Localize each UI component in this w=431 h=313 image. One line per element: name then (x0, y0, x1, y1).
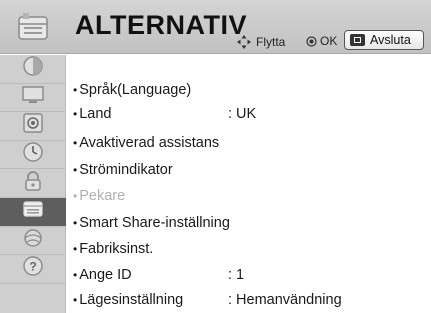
sidebar-item-support[interactable]: ? (0, 255, 66, 284)
ok-button-icon (306, 35, 317, 47)
move-hint: Flytta (236, 34, 285, 50)
bullet: • (73, 293, 78, 307)
bullet: • (73, 136, 78, 150)
exit-button[interactable]: Avsluta (344, 30, 424, 50)
bullet: • (73, 268, 78, 282)
bullet: • (73, 107, 78, 121)
exit-key-icon (350, 34, 365, 46)
menu-item-disability-assistance[interactable]: • Avaktiverad assistans (73, 132, 219, 154)
menu-item-pointer: • Pekare (73, 185, 125, 207)
ok-hint: OK (306, 34, 337, 48)
clock-icon (22, 141, 44, 168)
sidebar-item-audio[interactable] (0, 112, 66, 141)
menu-item-label: Land (79, 106, 112, 122)
page-title: ALTERNATIV (75, 10, 247, 40)
menu-item-label: Fabriksinst. (79, 241, 154, 257)
lock-icon (23, 170, 43, 197)
bullet: • (73, 216, 78, 230)
ok-hint-label: OK (320, 34, 338, 48)
dpad-arrows-icon (236, 34, 252, 50)
menu-item-label: Ange ID (79, 267, 132, 283)
category-sidebar: ? (0, 55, 66, 313)
menu-item-value: : Hemanvändning (228, 292, 342, 308)
audio-icon (22, 112, 44, 139)
sidebar-item-lock[interactable] (0, 169, 66, 198)
sidebar-item-screen[interactable] (0, 84, 66, 113)
menu-item-factory-reset[interactable]: • Fabriksinst. (73, 238, 153, 260)
menu-item-value: : UK (228, 106, 257, 122)
sidebar-item-picture[interactable] (0, 55, 66, 84)
sidebar-item-options[interactable] (0, 198, 66, 227)
options-menu-icon (6, 6, 59, 50)
menu-header: ALTERNATIV Flytta OK Avsluta (0, 0, 431, 54)
sidebar-item-extra (0, 284, 66, 313)
svg-text:?: ? (29, 260, 36, 274)
menu-item-label: Lägesinställning (79, 292, 184, 308)
menu-item-power-indicator[interactable]: • Strömindikator (73, 159, 173, 181)
sidebar-item-time[interactable] (0, 141, 66, 170)
bullet: • (73, 163, 78, 177)
picture-icon (22, 55, 44, 82)
menu-item-label: Strömindikator (79, 162, 173, 178)
options-menu-screen: ALTERNATIV Flytta OK Avsluta ? • Språk(L… (0, 0, 431, 313)
menu-item-value: : 1 (228, 267, 245, 283)
bullet: • (73, 242, 78, 256)
options-list: • Språk(Language) • Land : UK • Avaktive… (67, 55, 431, 313)
menu-item-language[interactable]: • Språk(Language) (73, 79, 191, 101)
sidebar-item-network[interactable] (0, 227, 66, 256)
exit-button-label: Avsluta (370, 33, 411, 47)
bullet: • (73, 83, 78, 97)
menu-item-mode-setting[interactable]: • Lägesinställning : Hemanvändning (73, 289, 342, 311)
menu-item-set-id[interactable]: • Ange ID : 1 (73, 264, 244, 286)
menu-item-label: Språk(Language) (79, 82, 192, 98)
menu-item-smart-share[interactable]: • Smart Share-inställning (73, 212, 230, 234)
menu-item-label: Pekare (79, 188, 126, 204)
options-icon (21, 199, 45, 224)
move-hint-label: Flytta (256, 35, 286, 49)
screen-icon (21, 85, 45, 110)
bullet: • (73, 189, 78, 203)
network-icon (21, 227, 45, 254)
menu-item-label: Avaktiverad assistans (79, 135, 220, 151)
menu-item-label: Smart Share-inställning (79, 215, 230, 231)
menu-item-country[interactable]: • Land : UK (73, 103, 256, 125)
help-icon: ? (22, 255, 44, 282)
